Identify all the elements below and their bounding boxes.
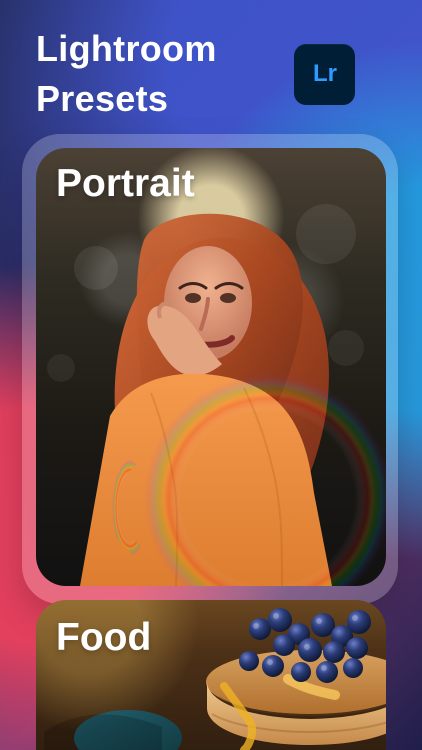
food-card[interactable]: Food — [36, 600, 386, 750]
lightroom-logo-text: Lr — [313, 60, 337, 87]
portrait-card[interactable]: Portrait — [36, 148, 386, 586]
portrait-label: Portrait — [56, 162, 195, 205]
food-label: Food — [56, 616, 152, 659]
lightroom-logo: Lr — [294, 44, 355, 105]
title-line-1: Lightroom — [36, 28, 217, 69]
page-title: Lightroom Presets — [36, 24, 217, 124]
title-line-2: Presets — [36, 78, 169, 119]
